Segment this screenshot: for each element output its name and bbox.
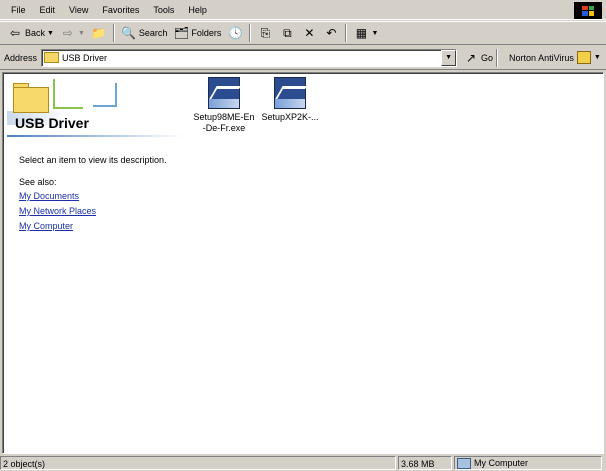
file-item[interactable]: SetupXP2K-...: [255, 77, 325, 123]
forward-button[interactable]: ⇨ ▼: [57, 23, 88, 43]
back-dropdown-icon[interactable]: ▼: [47, 30, 54, 37]
status-object-count: 2 object(s): [0, 456, 396, 470]
undo-button[interactable]: ↶: [320, 23, 342, 43]
menu-view[interactable]: View: [62, 1, 95, 19]
toolbar-separator: [345, 24, 348, 42]
address-input[interactable]: USB Driver ▼: [41, 48, 458, 67]
folders-button[interactable]: 🗂 Folders: [170, 23, 224, 43]
menu-bar: File Edit View Favorites Tools Help: [0, 0, 606, 20]
back-button[interactable]: ⇦ Back ▼: [4, 23, 57, 43]
status-bar: 2 object(s) 3.68 MB My Computer: [0, 455, 606, 471]
menu-tools[interactable]: Tools: [146, 1, 181, 19]
file-name: SetupXP2K-...: [261, 112, 319, 122]
copy-to-button[interactable]: ⧉: [276, 23, 298, 43]
link-my-documents[interactable]: My Documents: [19, 191, 79, 201]
menu-file[interactable]: File: [4, 1, 33, 19]
undo-icon: ↶: [326, 26, 337, 40]
status-size: 3.68 MB: [398, 456, 452, 470]
address-label: Address: [4, 52, 38, 63]
views-button[interactable]: ▦ ▼: [350, 23, 381, 43]
history-icon: 🕓: [227, 26, 243, 40]
standard-toolbar: ⇦ Back ▼ ⇨ ▼ 📁 🔍 Search 🗂 Folders 🕓 ⎘ ⧉ …: [0, 21, 606, 45]
menu-favorites[interactable]: Favorites: [95, 1, 146, 19]
address-bar: Address USB Driver ▼ ↗ Go Norton AntiVir…: [0, 46, 606, 70]
views-icon: ▦: [355, 26, 368, 40]
search-button[interactable]: 🔍 Search: [118, 23, 171, 43]
file-name: Setup98ME-En -De-Fr.exe: [193, 112, 255, 133]
see-also-label: See also:: [19, 177, 57, 187]
go-button[interactable]: ↗ Go: [463, 50, 493, 66]
go-arrow-icon: ↗: [466, 50, 477, 65]
toolbar-separator: [496, 48, 499, 67]
delete-icon: ✕: [304, 26, 315, 40]
link-my-network-places[interactable]: My Network Places: [19, 206, 96, 216]
address-dropdown-icon[interactable]: ▼: [441, 49, 457, 66]
search-icon: 🔍: [121, 26, 137, 40]
item-description: Select an item to view its description.: [19, 155, 167, 165]
move-to-button[interactable]: ⎘: [254, 23, 276, 43]
folder-title: USB Driver: [15, 115, 89, 131]
copy-to-icon: ⧉: [283, 25, 292, 40]
menu-help[interactable]: Help: [181, 1, 214, 19]
move-to-icon: ⎘: [260, 25, 271, 40]
back-arrow-icon: ⇦: [9, 26, 21, 40]
go-label: Go: [481, 52, 494, 63]
folders-icon: 🗂: [173, 26, 190, 40]
folder-view[interactable]: USB Driver Select an item to view its de…: [2, 72, 604, 454]
up-folder-button[interactable]: 📁: [88, 23, 110, 43]
link-my-computer[interactable]: My Computer: [19, 221, 73, 231]
address-value: USB Driver: [62, 52, 108, 63]
folder-icon: [44, 52, 60, 63]
folder-large-icon: [13, 87, 49, 113]
back-label: Back: [25, 28, 46, 38]
norton-label: Norton AntiVirus: [509, 52, 574, 63]
norton-antivirus-button[interactable]: Norton AntiVirus ▼: [509, 51, 601, 64]
forward-arrow-icon: ⇨: [62, 26, 73, 40]
windows-logo-icon: [574, 2, 602, 19]
norton-dropdown-icon[interactable]: ▼: [594, 54, 601, 61]
folders-label: Folders: [191, 28, 222, 38]
file-item[interactable]: Setup98ME-En -De-Fr.exe: [189, 77, 259, 134]
status-location-label: My Computer: [474, 458, 529, 468]
setup-exe-icon: [274, 77, 306, 109]
my-computer-icon: [457, 457, 471, 469]
delete-button[interactable]: ✕: [298, 23, 320, 43]
title-divider: [7, 135, 183, 137]
norton-icon: [576, 51, 591, 64]
search-label: Search: [138, 28, 168, 38]
views-dropdown-icon[interactable]: ▼: [371, 30, 378, 37]
forward-dropdown-icon[interactable]: ▼: [78, 30, 85, 37]
up-folder-icon: 📁: [91, 26, 107, 40]
history-button[interactable]: 🕓: [224, 23, 246, 43]
status-location: My Computer: [454, 456, 602, 470]
toolbar-separator: [112, 24, 115, 42]
toolbar-separator: [249, 24, 252, 42]
setup-exe-icon: [208, 77, 240, 109]
menu-edit[interactable]: Edit: [33, 1, 63, 19]
